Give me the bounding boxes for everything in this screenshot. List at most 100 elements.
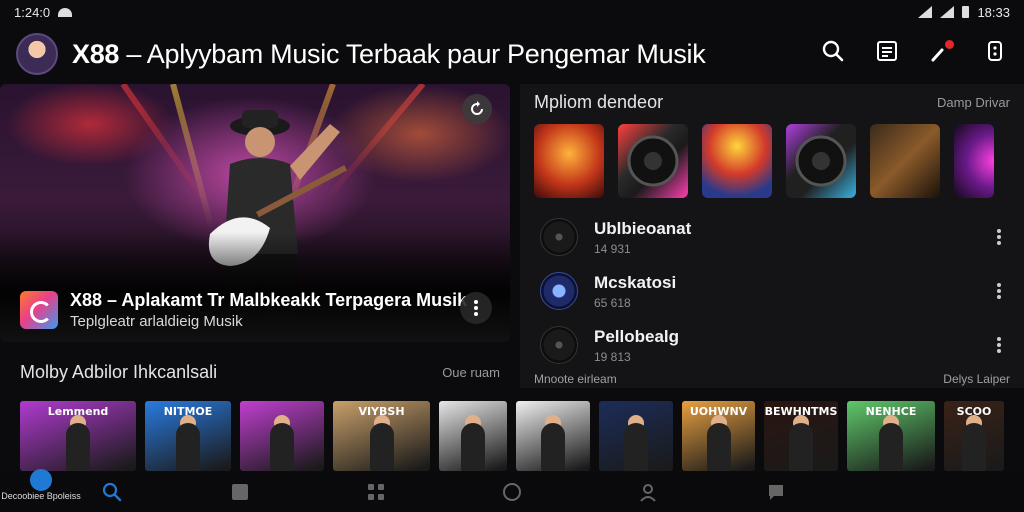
album-cover[interactable]: Lemmend xyxy=(20,401,136,471)
cover-figure xyxy=(962,423,986,471)
cast-button[interactable] xyxy=(982,38,1008,64)
app-header: X88 – Aplyybam Music Terbaak paur Pengem… xyxy=(0,28,1024,80)
right-panel-link[interactable]: Damp Drivar xyxy=(937,95,1010,110)
search-icon xyxy=(822,40,844,62)
bottom-nav: Decoobiee Bpoleiss xyxy=(0,469,1024,512)
nav-home[interactable]: Decoobiee Bpoleiss xyxy=(0,469,82,501)
right-panel: Mpliom dendeor Damp Drivar Ublbieoanat 1… xyxy=(520,84,1024,388)
speaker-icon xyxy=(627,135,679,187)
queue-button[interactable] xyxy=(874,38,900,64)
album-cover[interactable]: SCOO xyxy=(944,401,1004,471)
album-cover[interactable]: VIYBSH xyxy=(333,401,430,471)
title-rest: – Aplyybam Music Terbaak paur Pengemar M… xyxy=(126,38,706,69)
nav-library[interactable] xyxy=(230,482,250,502)
album-cover[interactable]: NENHCE xyxy=(847,401,935,471)
album-cover-label: NITMOE xyxy=(163,405,213,418)
cover-figure xyxy=(706,423,731,471)
album-cover[interactable] xyxy=(599,401,673,471)
nav-profile[interactable] xyxy=(638,482,658,502)
cover-figure xyxy=(66,423,90,471)
thumbnail-partial[interactable] xyxy=(954,124,994,198)
thumbnail-speaker[interactable] xyxy=(618,124,688,198)
section-link[interactable]: Oue ruam xyxy=(442,365,500,380)
hero-info: X88 – Aplakamt Tr Malbkeakk Terpagera Mu… xyxy=(20,290,467,330)
album-cover-label: NENHCE xyxy=(865,405,917,418)
refresh-icon xyxy=(471,101,483,115)
track-more-button[interactable] xyxy=(996,228,1002,251)
queue-icon xyxy=(877,41,897,61)
track-list: Ublbieoanat 14 931 Mcskatosi 65 618 Pell… xyxy=(540,210,1020,372)
status-bar: 1:24:0 18:33 xyxy=(0,0,1024,24)
cover-figure xyxy=(270,423,294,471)
square-icon xyxy=(232,484,248,500)
thumbnail-row xyxy=(534,124,994,198)
device-icon xyxy=(988,41,1002,61)
app-logo-icon xyxy=(20,291,58,329)
cover-figure xyxy=(879,423,903,471)
more-vertical-icon xyxy=(997,283,1001,299)
cover-figure xyxy=(624,423,648,471)
album-cover-label: VIYBSH xyxy=(358,405,405,418)
album-cover[interactable] xyxy=(439,401,507,471)
cover-figure xyxy=(176,423,200,471)
section-title: Molby Adbilor Ihkcanlsali xyxy=(20,362,218,382)
status-time: 1:24:0 xyxy=(14,4,51,20)
title-brand: X88 xyxy=(72,38,120,69)
signal-icon-2 xyxy=(940,6,955,18)
nav-home-circle[interactable] xyxy=(502,482,522,502)
album-cover[interactable] xyxy=(516,401,590,471)
hero-banner[interactable]: X88 – Aplakamt Tr Malbkeakk Terpagera Mu… xyxy=(0,84,510,342)
hero-subtitle: Teplgleatr arlaldieig Musik xyxy=(70,313,243,330)
right-panel-title: Mpliom dendeor xyxy=(534,92,664,112)
heart-disc-icon xyxy=(540,272,578,310)
battery-icon xyxy=(962,6,970,18)
cover-row: Lemmend NITMOE VIYBSH UOHWNV BEWHNTMS NENHCE S… xyxy=(20,401,1004,471)
search-button[interactable] xyxy=(820,38,846,64)
album-cover-label: BEWHNTMS xyxy=(764,405,838,418)
nav-search[interactable] xyxy=(102,482,122,502)
cover-figure xyxy=(789,423,813,471)
circle-icon xyxy=(503,483,521,501)
album-cover[interactable]: UOHWNV xyxy=(682,401,755,471)
hero-more-button[interactable] xyxy=(460,292,492,324)
album-cover[interactable]: NITMOE xyxy=(145,401,231,471)
track-meta: 14 931 xyxy=(594,241,631,256)
album-cover[interactable]: BEWHNTMS xyxy=(764,401,838,471)
cover-figure xyxy=(541,423,565,471)
more-vertical-icon xyxy=(997,337,1001,353)
page-title: X88 – Aplyybam Music Terbaak paur Pengem… xyxy=(72,38,706,70)
grid-icon xyxy=(368,484,384,500)
thumbnail-guitar[interactable] xyxy=(534,124,604,198)
track-meta: 65 618 xyxy=(594,295,631,310)
bottom-section: Molby Adbilor Ihkcanlsali Oue ruam Lemme… xyxy=(0,354,1024,474)
mic-button[interactable] xyxy=(928,38,954,64)
thumbnail-speaker-2[interactable] xyxy=(786,124,856,198)
cover-figure xyxy=(461,423,485,471)
thumbnail-singer[interactable] xyxy=(702,124,772,198)
nav-home-label: Decoobiee Bpoleiss xyxy=(1,491,81,501)
track-row[interactable]: Mcskatosi 65 618 xyxy=(540,264,1020,318)
nav-messages[interactable] xyxy=(766,482,786,502)
track-name: Pellobealg xyxy=(594,326,680,346)
more-vertical-icon xyxy=(997,229,1001,245)
refresh-button[interactable] xyxy=(462,94,492,124)
record-dot xyxy=(945,40,954,49)
hero-title: X88 – Aplakamt Tr Malbkeakk Terpagera Mu… xyxy=(70,290,468,310)
thumbnail-guitar-2[interactable] xyxy=(870,124,940,198)
cover-figure xyxy=(369,423,394,471)
home-icon xyxy=(30,469,52,491)
signal-icon xyxy=(918,6,933,18)
album-cover[interactable] xyxy=(240,401,324,471)
album-cover-label: Lemmend xyxy=(47,405,109,418)
avatar[interactable] xyxy=(16,33,58,75)
speaker-icon xyxy=(795,135,847,187)
track-more-button[interactable] xyxy=(996,282,1002,305)
wifi-icon xyxy=(58,7,73,17)
track-row[interactable]: Ublbieoanat 14 931 xyxy=(540,210,1020,264)
search-icon xyxy=(102,482,122,502)
disc-icon xyxy=(540,218,578,256)
nav-grid[interactable] xyxy=(366,482,386,502)
status-clock: 18:33 xyxy=(977,4,1010,20)
track-name: Mcskatosi xyxy=(594,272,677,292)
album-cover-label: UOHWNV xyxy=(689,405,748,418)
